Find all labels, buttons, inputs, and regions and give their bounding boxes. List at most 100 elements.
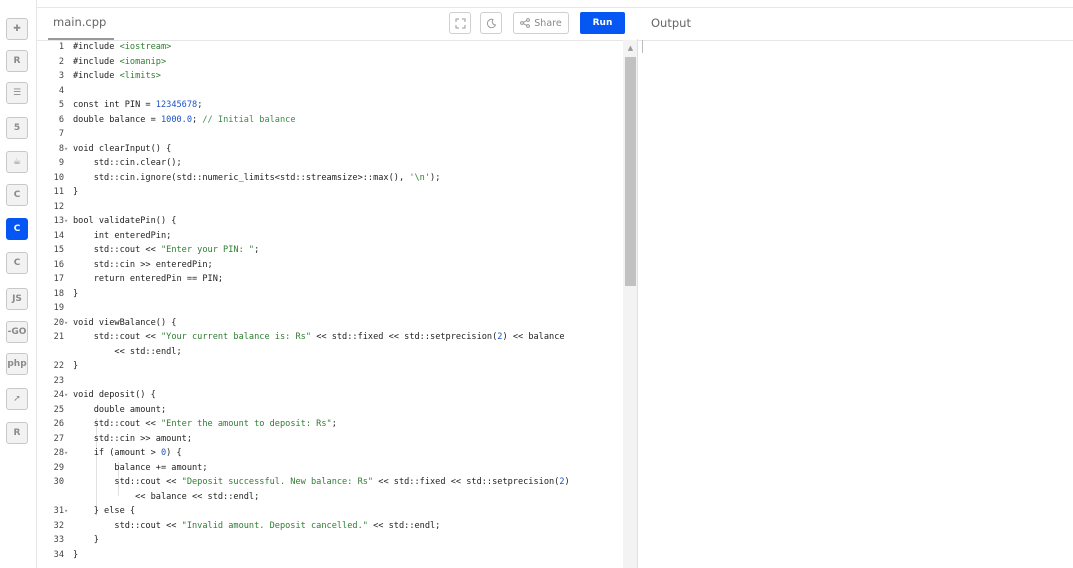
csharp-icon: C	[13, 258, 21, 268]
line-number: 26	[53, 419, 64, 429]
code-text: }	[73, 549, 79, 560]
line-number: 21	[53, 332, 64, 342]
code-text: } else {	[73, 506, 136, 516]
c-language-button[interactable]: C	[6, 184, 28, 206]
code-text: double amount;	[73, 404, 167, 415]
line-number: 3	[58, 71, 64, 81]
fold-arrow-icon[interactable]: ▾	[64, 504, 72, 518]
sql-icon: ☰	[12, 88, 22, 98]
code-text: #include <iomanip>	[73, 56, 167, 67]
code-text: }	[73, 187, 79, 197]
fold-arrow-icon[interactable]: ▾	[64, 214, 72, 228]
code-text: #include <iostream>	[73, 42, 172, 52]
swift-language-button[interactable]: ➚	[6, 388, 28, 410]
html5-language-button[interactable]: 5	[6, 117, 28, 139]
line-number: 6	[58, 114, 64, 125]
line-number: 19	[53, 303, 64, 313]
line-number: 16	[53, 259, 64, 270]
code-text: void viewBalance() {	[73, 317, 177, 328]
code-text: const int PIN = 12345678;	[73, 100, 203, 110]
html5-icon: 5	[13, 123, 21, 133]
r-language-button[interactable]: R	[6, 50, 28, 72]
line-number: 22	[53, 361, 64, 371]
line-number: 32	[53, 520, 64, 531]
code-text: std::cout << "Deposit successful. New ba…	[73, 477, 570, 487]
fullscreen-icon	[455, 18, 465, 28]
go-icon: -GO	[7, 327, 27, 337]
fold-arrow-icon[interactable]: ▾	[64, 388, 72, 402]
java-language-button[interactable]: ☕	[6, 151, 28, 173]
rust-icon: R	[13, 428, 21, 438]
line-number: 5	[58, 100, 64, 110]
line-number: 24	[53, 390, 64, 400]
line-number: 33	[53, 535, 64, 545]
code-text: std::cin.clear();	[73, 158, 182, 168]
language-sidebar: ✚ R ☰ 5 ☕ C C C JS -GO php ➚ R	[0, 0, 37, 568]
share-label: Share	[534, 17, 562, 29]
line-number: 18	[53, 288, 64, 299]
code-text: std::cin >> amount;	[73, 433, 192, 444]
code-text: std::cin.ignore(std::numeric_limits<std:…	[73, 172, 441, 183]
line-number: 23	[53, 375, 64, 386]
scroll-up-arrow-icon[interactable]: ▲	[625, 43, 636, 53]
code-text: << balance << std::endl;	[73, 491, 260, 502]
code-text: }	[73, 288, 79, 299]
code-text: balance += amount;	[73, 462, 208, 473]
code-text: return enteredPin == PIN;	[73, 274, 224, 284]
code-text: std::cout << "Invalid amount. Deposit ca…	[73, 520, 441, 531]
js-icon: JS	[12, 294, 22, 304]
php-icon: php	[7, 359, 27, 369]
run-label: Run	[592, 18, 613, 28]
line-number: 14	[53, 230, 64, 241]
line-number: 30	[53, 477, 64, 487]
code-text: << std::endl;	[73, 346, 182, 357]
code-text: void deposit() {	[73, 390, 156, 400]
line-number: 20	[53, 317, 64, 328]
rust-language-button[interactable]: R	[6, 422, 28, 444]
python-icon: ✚	[13, 24, 21, 34]
line-number: 29	[53, 462, 64, 473]
line-number: 11	[53, 187, 64, 197]
php-language-button[interactable]: php	[6, 353, 28, 375]
code-text: }	[73, 361, 79, 371]
theme-toggle-button[interactable]	[480, 12, 502, 34]
code-text: }	[73, 535, 99, 545]
fold-arrow-icon[interactable]: ▾	[64, 316, 72, 330]
line-number: 10	[53, 172, 64, 183]
line-number: 25	[53, 404, 64, 415]
code-text: std::cout << "Enter the amount to deposi…	[73, 419, 337, 429]
line-number: 31	[53, 506, 64, 516]
python-language-button[interactable]: ✚	[6, 18, 28, 40]
output-label: Output	[651, 16, 691, 30]
code-editor[interactable]: 1 #include <iostream> 2 #include <iomanip> 3…	[37, 40, 622, 568]
code-text: double balance = 1000.0; // Initial bala…	[73, 114, 296, 125]
r-icon: R	[13, 56, 21, 66]
fullscreen-button[interactable]	[449, 12, 471, 34]
code-text: #include <limits>	[73, 71, 161, 81]
share-button[interactable]: Share	[513, 12, 569, 34]
code-text: int enteredPin;	[73, 230, 172, 241]
line-number: 7	[58, 129, 64, 139]
c-icon: C	[13, 190, 21, 200]
java-icon: ☕	[12, 157, 22, 167]
code-text: if (amount > 0) {	[73, 448, 182, 458]
fold-arrow-icon[interactable]: ▾	[64, 446, 72, 460]
js-language-button[interactable]: JS	[6, 288, 28, 310]
sql-language-button[interactable]: ☰	[6, 82, 28, 104]
file-tab[interactable]: main.cpp	[48, 8, 114, 40]
line-number: 12	[53, 201, 64, 212]
cpp-language-button[interactable]: C	[6, 218, 28, 240]
file-tab-label: main.cpp	[53, 15, 107, 29]
editor-scroll-thumb[interactable]	[625, 57, 636, 286]
fold-arrow-icon[interactable]: ▾	[64, 142, 72, 156]
line-number: 9	[58, 158, 64, 168]
go-language-button[interactable]: -GO	[6, 321, 28, 343]
line-number: 1	[58, 42, 64, 52]
output-panel[interactable]	[638, 40, 1073, 568]
code-text: void clearInput() {	[73, 143, 172, 154]
csharp-language-button[interactable]: C	[6, 252, 28, 274]
code-text: bool validatePin() {	[73, 216, 177, 226]
run-button[interactable]: Run	[580, 12, 625, 34]
cpp-icon: C	[13, 224, 21, 234]
line-number: 27	[53, 433, 64, 444]
